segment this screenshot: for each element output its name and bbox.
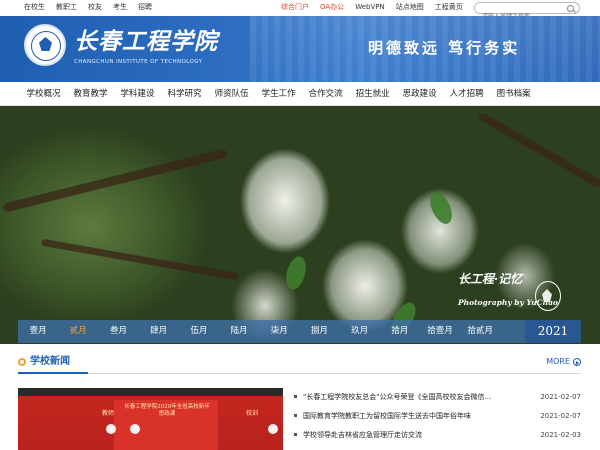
- search-box: [474, 2, 580, 22]
- month-tab[interactable]: 陆月: [219, 320, 259, 343]
- top-utility-bar: 在校生 教职工 校友 考生 招聘 综合门户 OA办公 WebVPN 站点地图 工…: [0, 0, 600, 22]
- news-item-date: 2021-02-07: [540, 393, 581, 401]
- flower-shape: [106, 424, 116, 434]
- month-tab[interactable]: 叁月: [98, 320, 138, 343]
- nav-item-library[interactable]: 图书档案: [490, 82, 537, 106]
- branch-shape: [40, 238, 240, 281]
- arrow-right-icon: [573, 358, 581, 366]
- link-webvpn[interactable]: WebVPN: [355, 3, 385, 12]
- news-item[interactable]: 国际教育学院教职工为留校国际学生送去中国年俗年味 2021-02-07: [292, 407, 581, 426]
- news-section-header: 学校新闻 MORE: [18, 354, 581, 374]
- nav-item-talent[interactable]: 人才招聘: [443, 82, 490, 106]
- month-selector: 壹月 贰月 叁月 肆月 伍月 陆月 柒月 捌月 玖月 拾月 拾壹月 拾贰月 20…: [18, 320, 581, 343]
- hero-banner-photo[interactable]: 长工程·记忆 Photography by YuChao: [0, 106, 600, 344]
- news-list: "长春工程学院校友总会"公众号荣登《全国高校校友会微信... 2021-02-0…: [292, 388, 581, 445]
- news-item-date: 2021-02-03: [540, 431, 581, 439]
- flower-shape: [130, 424, 140, 434]
- main-nav: 学校概况 教育教学 学科建设 科学研究 师资队伍 学生工作 合作交流 招生就业 …: [0, 82, 600, 106]
- month-tab-active[interactable]: 贰月: [58, 320, 98, 343]
- month-tab[interactable]: 肆月: [139, 320, 179, 343]
- bullet-icon: [294, 395, 297, 398]
- branch-shape: [477, 111, 600, 189]
- more-link[interactable]: MORE: [546, 357, 581, 367]
- nav-item-overview[interactable]: 学校概况: [20, 82, 67, 106]
- month-tab[interactable]: 拾壹月: [420, 320, 460, 343]
- circle-dot-icon: [18, 358, 26, 366]
- month-tab[interactable]: 拾贰月: [460, 320, 500, 343]
- month-tab[interactable]: 捌月: [299, 320, 339, 343]
- link-students[interactable]: 在校生: [24, 3, 45, 12]
- nav-item-ideology[interactable]: 思政建设: [396, 82, 443, 106]
- portal-links: 综合门户 OA办公 WebVPN 站点地图 工程黄页: [281, 3, 474, 12]
- link-staff[interactable]: 教职工: [56, 3, 77, 12]
- branch-shape: [2, 148, 228, 213]
- month-tab[interactable]: 伍月: [179, 320, 219, 343]
- leaf-shape: [425, 188, 457, 228]
- link-sitemap[interactable]: 站点地图: [396, 3, 424, 12]
- month-tab[interactable]: 柒月: [259, 320, 299, 343]
- flower-shape: [268, 424, 278, 434]
- school-name-en: CHANGCHUN INSTITUTE OF TECHNOLOGY: [74, 59, 203, 65]
- month-tab[interactable]: 壹月: [18, 320, 58, 343]
- school-seal-icon: [535, 281, 561, 311]
- link-applicants[interactable]: 考生: [113, 3, 127, 12]
- school-logo-icon[interactable]: [24, 24, 66, 66]
- link-portal[interactable]: 综合门户: [281, 3, 309, 12]
- news-feature-photo[interactable]: 长春工程学院2020年全省高校新年思政课 教师 校训: [18, 388, 283, 450]
- school-motto: 明德致远 笃行务实: [368, 39, 521, 57]
- nav-item-disciplines[interactable]: 学科建设: [114, 82, 161, 106]
- nav-item-cooperation[interactable]: 合作交流: [302, 82, 349, 106]
- more-label: MORE: [546, 357, 570, 366]
- leaf-shape: [282, 254, 310, 292]
- news-item-date: 2021-02-07: [540, 412, 581, 420]
- screen-caption: 长春工程学院2020年全省高校新年思政课: [124, 404, 210, 417]
- news-item[interactable]: 学校领导赴吉林省应急管理厅走访交流 2021-02-03: [292, 426, 581, 445]
- nav-item-student-affairs[interactable]: 学生工作: [255, 82, 302, 106]
- news-section-title[interactable]: 学校新闻: [30, 356, 70, 368]
- banner-right-text: 校训: [246, 410, 259, 417]
- banner-left-text: 教师: [102, 410, 115, 417]
- nav-item-faculty[interactable]: 师资队伍: [208, 82, 255, 106]
- month-tab[interactable]: 拾月: [380, 320, 420, 343]
- year-label: 2021: [525, 320, 581, 343]
- news-item[interactable]: "长春工程学院校友总会"公众号荣登《全国高校校友会微信... 2021-02-0…: [292, 388, 581, 407]
- link-alumni[interactable]: 校友: [88, 3, 102, 12]
- link-recruitment[interactable]: 招聘: [138, 3, 152, 12]
- month-tab[interactable]: 玖月: [340, 320, 380, 343]
- link-oa[interactable]: OA办公: [320, 3, 344, 12]
- bullet-icon: [294, 433, 297, 436]
- nav-item-admissions[interactable]: 招生就业: [349, 82, 396, 106]
- nav-item-education[interactable]: 教育教学: [67, 82, 114, 106]
- school-name-cn[interactable]: 长春工程学院: [74, 29, 218, 55]
- nav-item-research[interactable]: 科学研究: [161, 82, 208, 106]
- news-item-title[interactable]: 国际教育学院教职工为留校国际学生送去中国年俗年味: [303, 411, 518, 421]
- bullet-icon: [294, 414, 297, 417]
- audience-links: 在校生 教职工 校友 考生 招聘: [24, 3, 163, 12]
- news-item-title[interactable]: "长春工程学院校友总会"公众号荣登《全国高校校友会微信...: [303, 392, 518, 402]
- site-header: 长春工程学院 CHANGCHUN INSTITUTE OF TECHNOLOGY…: [0, 16, 600, 82]
- search-icon[interactable]: [567, 5, 574, 12]
- news-item-title[interactable]: 学校领导赴吉林省应急管理厅走访交流: [303, 430, 518, 440]
- title-underline: [18, 372, 88, 374]
- link-yellow-pages[interactable]: 工程黄页: [435, 3, 463, 12]
